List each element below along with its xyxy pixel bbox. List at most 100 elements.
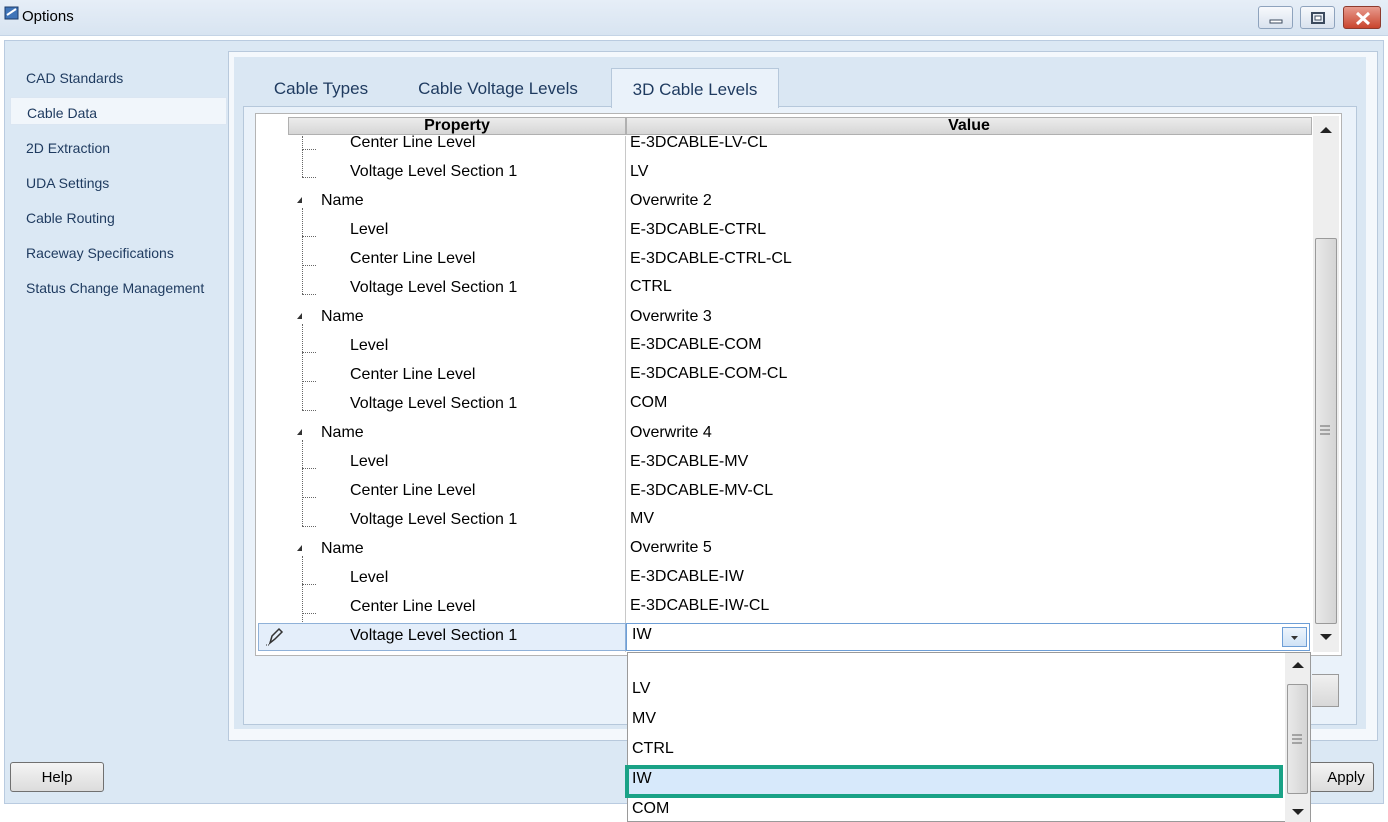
tab-cable-types[interactable]: Cable Types: [257, 68, 385, 106]
tree-line: [302, 208, 303, 294]
close-icon: [1355, 11, 1371, 26]
property-value[interactable]: E-3DCABLE-LV-CL: [630, 134, 768, 152]
nav-item-2d-extraction[interactable]: 2D Extraction: [10, 133, 227, 161]
minimize-button[interactable]: [1258, 6, 1293, 29]
property-value[interactable]: MV: [630, 510, 654, 528]
tab-3d-cable-levels[interactable]: 3D Cable Levels: [611, 68, 779, 108]
property-label: Center Line Level: [350, 366, 476, 383]
voltage-level-combobox[interactable]: [626, 623, 1310, 651]
collapse-triangle-icon[interactable]: [297, 197, 302, 203]
property-value[interactable]: E-3DCABLE-CTRL-CL: [630, 250, 792, 268]
property-label: Voltage Level Section 1: [350, 279, 518, 296]
property-value[interactable]: E-3DCABLE-IW: [630, 568, 744, 586]
property-label: Voltage Level Section 1: [350, 395, 518, 412]
column-header-property[interactable]: Property: [288, 117, 626, 135]
tree-line: [302, 150, 303, 177]
scroll-up-icon[interactable]: [1290, 659, 1306, 671]
property-label: Name: [321, 540, 364, 557]
tree-line: [302, 352, 316, 353]
property-label: Center Line Level: [350, 250, 476, 267]
property-label: Center Line Level: [350, 134, 476, 151]
dropdown-option-iw[interactable]: IW: [632, 770, 652, 788]
tree-line: [302, 381, 316, 382]
collapse-triangle-icon[interactable]: [297, 429, 302, 435]
property-label: Level: [350, 221, 389, 238]
property-label: Voltage Level Section 1: [350, 511, 518, 528]
property-label: Name: [321, 192, 364, 209]
property-value[interactable]: E-3DCABLE-MV-CL: [630, 482, 773, 500]
close-button[interactable]: [1343, 6, 1381, 29]
dropdown-option-com[interactable]: COM: [632, 800, 669, 818]
apply-button[interactable]: Apply: [1300, 762, 1374, 792]
title-bar: Options: [0, 0, 1388, 36]
tree-line: [302, 410, 316, 411]
nav-item-status-change-management[interactable]: Status Change Management: [10, 273, 227, 301]
app-icon: [4, 6, 19, 20]
window-title: Options: [22, 8, 74, 25]
property-label: Center Line Level: [350, 598, 476, 615]
property-label: Center Line Level: [350, 482, 476, 499]
column-header-value[interactable]: Value: [626, 117, 1312, 135]
property-value[interactable]: E-3DCABLE-CTRL: [630, 221, 766, 239]
collapse-triangle-icon[interactable]: [297, 545, 302, 551]
obscured-button[interactable]: [1312, 674, 1339, 707]
grip-icon: [1292, 734, 1302, 744]
nav-item-raceway-specifications[interactable]: Raceway Specifications: [10, 238, 227, 266]
dropdown-option-ctrl[interactable]: CTRL: [632, 740, 674, 758]
grip-icon: [1320, 425, 1330, 435]
collapse-triangle-icon[interactable]: [297, 313, 302, 319]
tree-line: [302, 265, 316, 266]
minimize-icon: [1269, 19, 1283, 24]
tree-line: [302, 468, 316, 469]
tree-line: [302, 526, 316, 527]
nav-item-cad-standards[interactable]: CAD Standards: [10, 63, 227, 91]
property-label: Level: [350, 569, 389, 586]
column-divider: [625, 136, 626, 652]
property-value[interactable]: Overwrite 2: [630, 192, 712, 210]
nav-item-cable-routing[interactable]: Cable Routing: [10, 203, 227, 231]
property-value[interactable]: LV: [630, 163, 648, 181]
tree-line: [302, 236, 316, 237]
tree-line: [302, 584, 316, 585]
dropdown-option-lv[interactable]: LV: [632, 680, 650, 698]
tree-line: [302, 294, 316, 295]
nav-item-uda-settings[interactable]: UDA Settings: [10, 168, 227, 196]
property-label: Level: [350, 453, 389, 470]
tree-line: [302, 497, 316, 498]
tab-cable-voltage-levels[interactable]: Cable Voltage Levels: [400, 68, 596, 106]
property-value[interactable]: Overwrite 5: [630, 539, 712, 557]
chevron-down-icon: [1291, 636, 1298, 640]
combobox-value[interactable]: IW: [632, 626, 652, 644]
property-value[interactable]: CTRL: [630, 278, 672, 296]
tree-line: [302, 324, 303, 410]
property-value[interactable]: E-3DCABLE-MV: [630, 453, 748, 471]
property-value[interactable]: Overwrite 3: [630, 308, 712, 326]
dropdown-button[interactable]: [1282, 627, 1307, 647]
property-value[interactable]: COM: [630, 394, 667, 412]
property-label: Voltage Level Section 1: [350, 163, 518, 180]
pencil-icon: [266, 627, 284, 646]
property-label: Level: [350, 337, 389, 354]
scroll-down-icon[interactable]: [1290, 806, 1306, 818]
nav-item-cable-data[interactable]: Cable Data: [10, 97, 227, 125]
maximize-icon: [1311, 12, 1325, 24]
property-label: Name: [321, 424, 364, 441]
scroll-down-icon[interactable]: [1318, 631, 1334, 643]
tree-line: [302, 149, 316, 150]
property-value[interactable]: E-3DCABLE-COM: [630, 336, 762, 354]
maximize-button[interactable]: [1300, 6, 1335, 29]
dropdown-highlighted-option[interactable]: [625, 765, 1283, 798]
property-grid[interactable]: [255, 113, 1342, 656]
scroll-up-icon[interactable]: [1318, 124, 1334, 136]
tree-line: [302, 440, 303, 526]
tree-line: [302, 136, 303, 150]
property-value[interactable]: Overwrite 4: [630, 424, 712, 442]
tree-line: [302, 613, 316, 614]
tree-line: [302, 177, 316, 178]
property-value[interactable]: E-3DCABLE-IW-CL: [630, 597, 769, 615]
property-label: Voltage Level Section 1: [350, 627, 518, 644]
property-value[interactable]: E-3DCABLE-COM-CL: [630, 365, 787, 383]
help-button[interactable]: Help: [10, 762, 104, 792]
property-label: Name: [321, 308, 364, 325]
dropdown-option-mv[interactable]: MV: [632, 710, 656, 728]
